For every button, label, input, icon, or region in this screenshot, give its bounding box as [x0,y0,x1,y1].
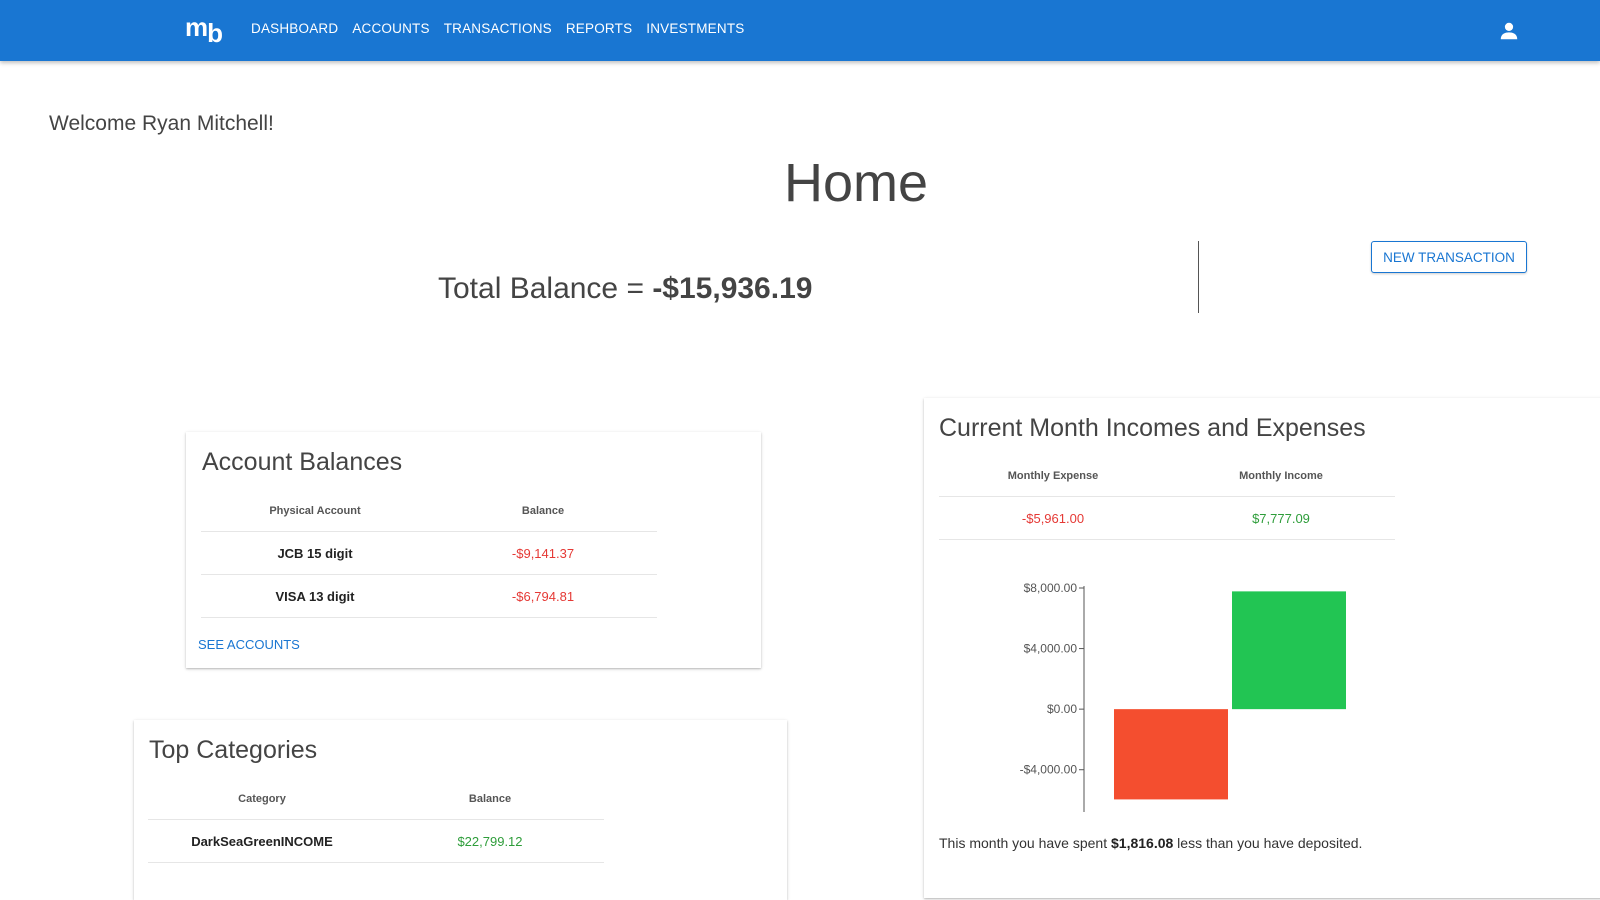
page-title: Home [783,153,929,213]
expense-bar [1114,709,1228,800]
total-balance: Total Balance = -$15,936.19 [438,272,812,306]
monthly-expense-value: -$5,961.00 [939,496,1167,540]
table-row[interactable]: DarkSeaGreenINCOME $22,799.12 [148,819,604,863]
top-categories-table: Category Balance DarkSeaGreenINCOME $22,… [148,779,604,863]
category-balance: $22,799.12 [376,819,604,863]
incomes-expenses-card: Current Month Incomes and Expenses Month… [924,398,1600,898]
account-name: JCB 15 digit [201,531,429,575]
incomes-expenses-table: Monthly Expense Monthly Income -$5,961.0… [939,456,1395,540]
column-header-monthly-expense: Monthly Expense [939,456,1167,497]
column-header-category: Category [148,779,376,820]
account-balance: -$9,141.37 [429,531,657,575]
y-tick-label: $4,000.00 [1024,642,1078,656]
total-balance-label: Total Balance = [438,272,653,305]
nav-investments[interactable]: INVESTMENTS [646,21,744,36]
incomes-expenses-chart: $8,000.00 $4,000.00 $0.00 -$4,000.00 [1020,581,1346,812]
column-header-monthly-income: Monthly Income [1167,456,1395,497]
welcome-message: Welcome Ryan Mitchell! [49,112,274,135]
account-balances-table: Physical Account Balance JCB 15 digit -$… [201,491,657,618]
y-tick-label: -$4,000.00 [1020,763,1078,777]
nav-transactions[interactable]: TRANSACTIONS [444,21,552,36]
category-name: DarkSeaGreenINCOME [148,819,376,863]
spending-summary: This month you have spent $1,816.08 less… [939,835,1362,851]
new-transaction-button[interactable]: NEW TRANSACTION [1371,241,1527,273]
main-nav: DASHBOARD ACCOUNTS TRANSACTIONS REPORTS … [251,21,745,36]
vertical-divider [1198,241,1199,313]
y-tick-label: $8,000.00 [1024,581,1078,595]
account-balances-card: Account Balances Physical Account Balanc… [186,432,761,668]
summary-amount: $1,816.08 [1111,835,1174,851]
see-accounts-link[interactable]: SEE ACCOUNTS [198,637,300,652]
account-balance: -$6,794.81 [429,574,657,618]
table-row[interactable]: JCB 15 digit -$9,141.37 [201,531,657,575]
summary-prefix: This month you have spent [939,835,1111,851]
top-app-bar: mb DASHBOARD ACCOUNTS TRANSACTIONS REPOR… [0,0,1600,61]
incomes-expenses-title: Current Month Incomes and Expenses [939,414,1366,442]
account-name: VISA 13 digit [201,574,429,618]
column-header-physical-account: Physical Account [201,491,429,532]
income-bar [1232,591,1346,710]
nav-accounts[interactable]: ACCOUNTS [352,21,429,36]
column-header-balance: Balance [429,491,657,532]
account-user-icon[interactable] [1498,20,1520,42]
nav-dashboard[interactable]: DASHBOARD [251,21,338,36]
y-tick-label: $0.00 [1047,702,1077,716]
summary-suffix: less than you have deposited. [1173,835,1363,851]
top-categories-title: Top Categories [149,736,318,764]
table-row[interactable]: VISA 13 digit -$6,794.81 [201,574,657,618]
account-balances-title: Account Balances [202,448,403,476]
table-row: -$5,961.00 $7,777.09 [939,496,1395,540]
monthly-income-value: $7,777.09 [1167,496,1395,540]
total-balance-value: -$15,936.19 [652,272,813,305]
top-categories-card: Top Categories Category Balance DarkSeaG… [134,720,787,900]
app-logo[interactable]: mb [185,12,223,48]
nav-reports[interactable]: REPORTS [566,21,632,36]
column-header-balance: Balance [376,779,604,820]
